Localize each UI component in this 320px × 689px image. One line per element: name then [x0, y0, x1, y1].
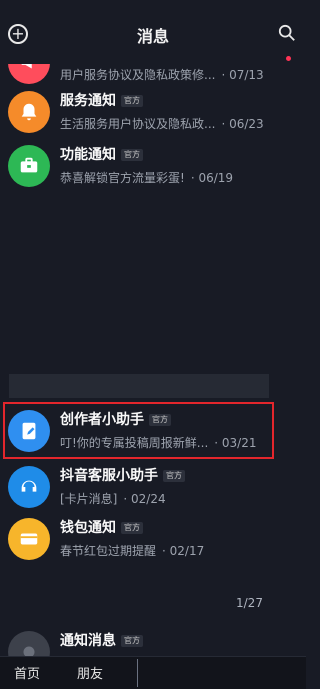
list-item[interactable]: 功能通知 官方 恭喜解锁官方流量彩蛋! · 06/19: [0, 138, 306, 196]
blurred-item: [9, 374, 269, 398]
message-time: · 06/19: [190, 171, 234, 185]
message-name: 服务通知: [60, 93, 116, 109]
official-badge: 官方: [121, 522, 143, 534]
message-name: 抖音客服小助手: [60, 468, 158, 484]
briefcase-icon: [8, 145, 50, 187]
official-badge: 官方: [121, 95, 143, 107]
message-time: · 07/13: [221, 68, 264, 82]
headset-icon: [8, 466, 50, 508]
nav-home[interactable]: 首页: [14, 663, 40, 682]
nav-divider: [137, 659, 138, 687]
message-name: 创作者小助手: [60, 412, 144, 428]
message-name: 钱包通知: [60, 520, 116, 536]
list-item[interactable]: 服务通知 官方 生活服务用户协议及隐私政... · 06/23: [0, 84, 306, 142]
unread-dot: [286, 56, 291, 61]
message-time: · 06/23: [221, 117, 264, 131]
message-name: 功能通知: [60, 147, 116, 163]
official-badge: 官方: [149, 414, 171, 426]
message-snippet: 春节红包过期提醒: [60, 544, 157, 558]
message-time: · 02/17: [162, 544, 205, 558]
message-time: · 02/24: [123, 492, 166, 506]
message-snippet: 用户服务协议及隐私政策修...: [60, 68, 216, 82]
page-counter: 1/27: [236, 596, 263, 610]
official-badge: 官方: [163, 470, 185, 482]
card-icon: [8, 518, 50, 560]
top-bar: + 消息: [0, 0, 306, 64]
nav-friends[interactable]: 朋友: [77, 663, 103, 682]
bottom-nav: 首页 朋友: [0, 656, 306, 689]
edit-icon: [8, 410, 50, 452]
message-snippet: 恭喜解锁官方流量彩蛋!: [60, 171, 185, 185]
message-snippet: 叮!你的专属投稿周报新鲜...: [60, 436, 209, 450]
page-title: 消息: [136, 27, 169, 46]
official-badge: 官方: [121, 149, 143, 161]
search-icon[interactable]: [278, 24, 296, 42]
list-item[interactable]: 创作者小助手 官方 叮!你的专属投稿周报新鲜... · 03/21: [0, 403, 306, 461]
message-snippet: [卡片消息]: [60, 492, 118, 506]
bell-icon: [8, 91, 50, 133]
official-badge: 官方: [121, 635, 143, 647]
message-name: 通知消息: [60, 633, 116, 649]
list-item[interactable]: 抖音客服小助手 官方 [卡片消息] · 02/24: [0, 459, 306, 517]
list-item[interactable]: 钱包通知 官方 春节红包过期提醒 · 02/17: [0, 511, 306, 569]
message-time: · 03/21: [214, 436, 257, 450]
message-snippet: 生活服务用户协议及隐私政...: [60, 117, 216, 131]
